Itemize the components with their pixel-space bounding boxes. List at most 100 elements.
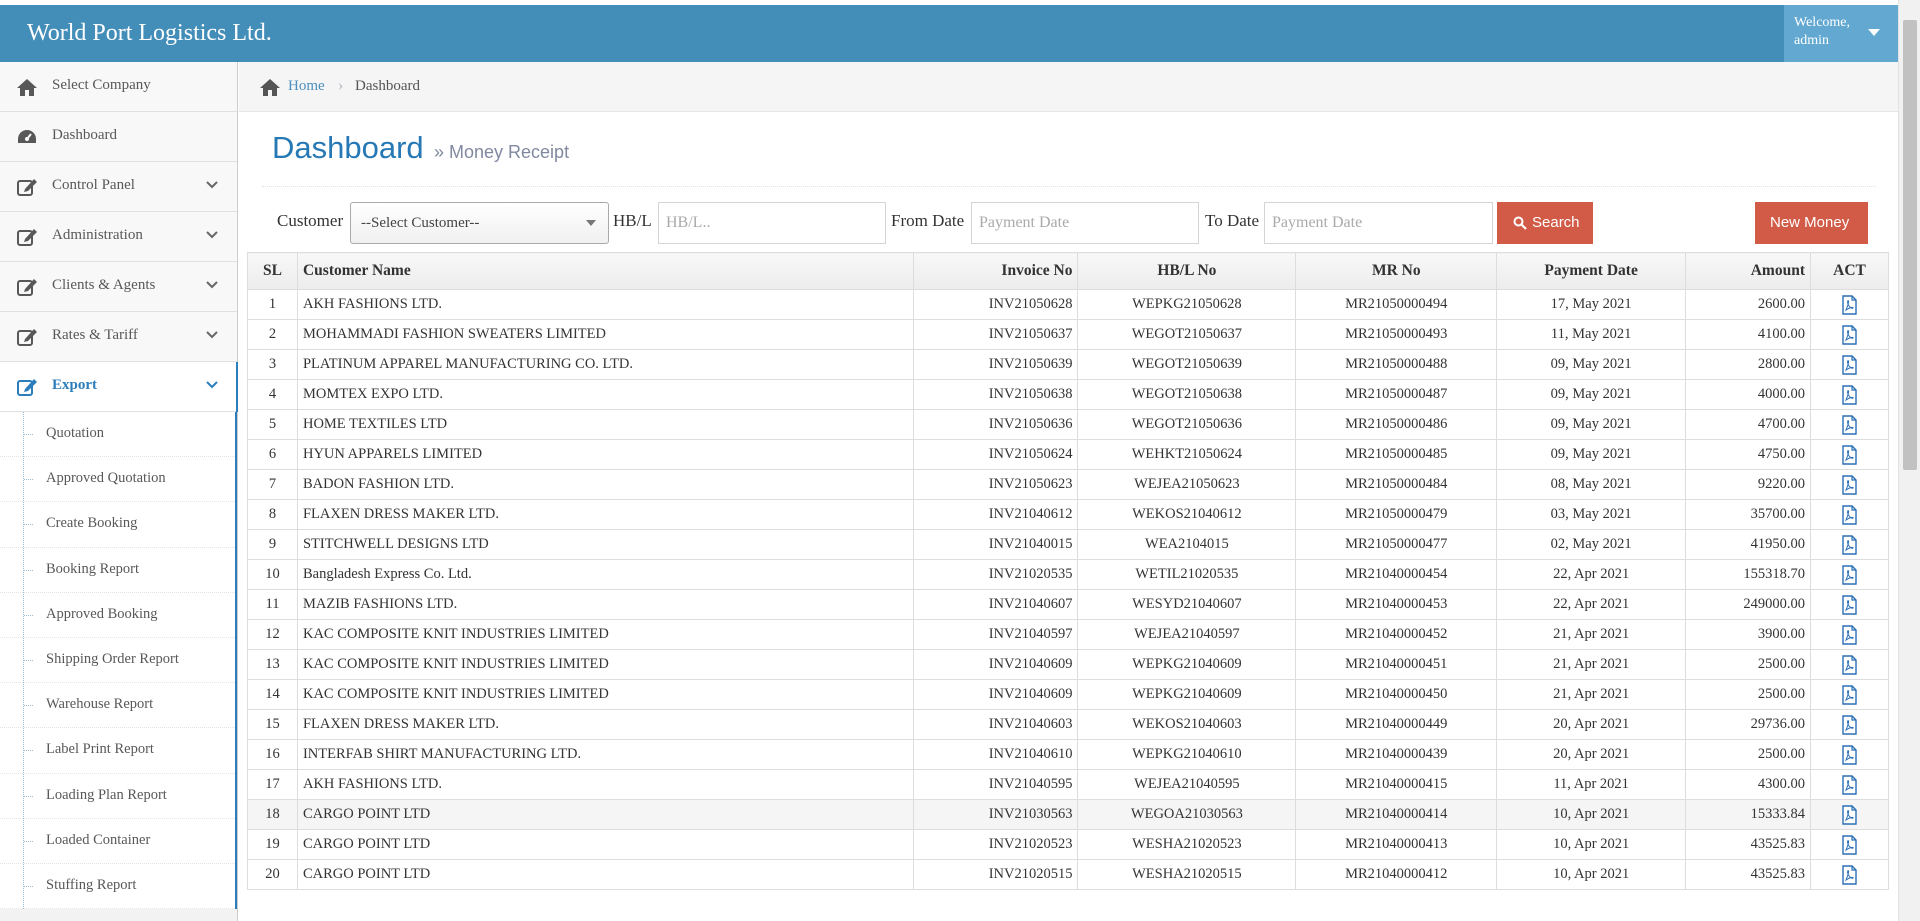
submenu-item-loaded-container[interactable]: Loaded Container — [0, 819, 235, 864]
submenu-item-shipping-order-report[interactable]: Shipping Order Report — [0, 638, 235, 684]
submenu-item-loading-plan-report[interactable]: Loading Plan Report — [0, 774, 235, 819]
table-row[interactable]: 14 KAC COMPOSITE KNIT INDUSTRIES LIMITED I… — [247, 679, 1890, 710]
table-row[interactable]: 2 MOHAMMADI FASHION SWEATERS LIMITED INV21… — [247, 319, 1890, 350]
pdf-file-icon[interactable] — [1840, 654, 1858, 675]
breadcrumb: Home › Dashboard — [239, 62, 1898, 112]
pdf-file-icon[interactable] — [1840, 624, 1858, 645]
pdf-file-icon[interactable] — [1840, 774, 1858, 795]
pdf-file-icon[interactable] — [1840, 414, 1858, 435]
table-row[interactable]: 15 FLAXEN DRESS MAKER LTD. INV21040603 WEKO… — [247, 709, 1890, 740]
table-row[interactable]: 8 FLAXEN DRESS MAKER LTD. INV21040612 WEKOS… — [247, 499, 1890, 530]
header-invoice-no[interactable]: Invoice No — [912, 252, 1079, 290]
chevron-down-icon — [205, 228, 219, 242]
sidebar-item-administration[interactable]: Administration — [0, 212, 237, 262]
from-date-input[interactable] — [971, 202, 1199, 244]
sidebar-item-rates-tariff[interactable]: Rates & Tariff — [0, 312, 237, 362]
header-payment-date[interactable]: Payment Date — [1496, 252, 1687, 290]
pdf-file-icon[interactable] — [1840, 804, 1858, 825]
table-row[interactable]: 11 MAZIB FASHIONS LTD. INV21040607 WESYD210… — [247, 589, 1890, 620]
sidebar-item-dashboard[interactable]: Dashboard — [0, 112, 237, 162]
pdf-file-icon[interactable] — [1840, 564, 1858, 585]
cell-mr-no: MR21050000484 — [1295, 469, 1498, 500]
table-row[interactable]: 17 AKH FASHIONS LTD. INV21040595 WEJEA21040… — [247, 769, 1890, 800]
new-money-button[interactable]: New Money — [1755, 202, 1868, 244]
cell-hbl-no: WEKOS21040603 — [1077, 709, 1297, 740]
pdf-file-icon[interactable] — [1840, 534, 1858, 555]
table-row[interactable]: 13 KAC COMPOSITE KNIT INDUSTRIES LIMITED I… — [247, 649, 1890, 680]
user-menu[interactable]: Welcome, admin — [1784, 5, 1898, 62]
to-date-label: To Date — [1205, 211, 1260, 230]
pdf-file-icon[interactable] — [1840, 714, 1858, 735]
pdf-file-icon[interactable] — [1840, 384, 1858, 405]
header-amount[interactable]: Amount — [1685, 252, 1811, 290]
table-row[interactable]: 19 CARGO POINT LTD INV21020523 WESHA2102052… — [247, 829, 1890, 860]
table-row[interactable]: 4 MOMTEX EXPO LTD. INV21050638 WEGOT2105063… — [247, 379, 1890, 410]
table-row[interactable]: 7 BADON FASHION LTD. INV21050623 WEJEA21050… — [247, 469, 1890, 500]
submenu-item-approved-booking[interactable]: Approved Booking — [0, 593, 235, 638]
page-scrollbar[interactable] — [1898, 0, 1920, 921]
submenu-item-stuffing-report[interactable]: Stuffing Report — [0, 864, 235, 910]
cell-act — [1809, 559, 1890, 590]
cell-sl: 2 — [247, 319, 298, 350]
table-row[interactable]: 1 AKH FASHIONS LTD. INV21050628 WEPKG210506… — [247, 289, 1890, 320]
submenu-item-quotation[interactable]: Quotation — [0, 412, 235, 458]
cell-payment-date: 20, Apr 2021 — [1496, 709, 1687, 740]
pdf-file-icon[interactable] — [1840, 504, 1858, 525]
pdf-file-icon[interactable] — [1840, 324, 1858, 345]
sidebar-item-control-panel[interactable]: Control Panel — [0, 162, 237, 212]
hbl-input[interactable] — [658, 202, 886, 244]
pdf-file-icon[interactable] — [1840, 864, 1858, 885]
submenu-item-create-booking[interactable]: Create Booking — [0, 502, 235, 548]
table-row[interactable]: 20 CARGO POINT LTD INV21020515 WESHA2102051… — [247, 859, 1890, 890]
cell-payment-date: 17, May 2021 — [1496, 289, 1687, 320]
table-row[interactable]: 16 INTERFAB SHIRT MANUFACTURING LTD. INV21… — [247, 739, 1890, 770]
table-row[interactable]: 18 CARGO POINT LTD INV21030563 WEGOA2103056… — [247, 799, 1890, 830]
cell-amount: 4100.00 — [1685, 319, 1811, 350]
submenu-item-warehouse-report[interactable]: Warehouse Report — [0, 683, 235, 729]
sidebar-item-label: Select Company — [52, 77, 151, 93]
cell-mr-no: MR21040000414 — [1295, 799, 1498, 830]
cell-payment-date: 10, Apr 2021 — [1496, 829, 1687, 860]
table-row[interactable]: 3 PLATINUM APPAREL MANUFACTURING CO. LTD.… — [247, 349, 1890, 380]
table-row[interactable]: 5 HOME TEXTILES LTD INV21050636 WEGOT210506… — [247, 409, 1890, 440]
submenu-item-booking-report[interactable]: Booking Report — [0, 548, 235, 593]
sidebar-item-select-company[interactable]: Select Company — [0, 62, 237, 112]
sidebar-item-export[interactable]: Export — [0, 362, 238, 412]
header-hbl-no[interactable]: HB/L No — [1077, 252, 1297, 290]
header-sl[interactable]: SL — [247, 252, 298, 290]
cell-invoice-no: INV21020535 — [912, 559, 1079, 590]
cell-customer-name: CARGO POINT LTD — [296, 799, 914, 830]
pdf-file-icon[interactable] — [1840, 294, 1858, 315]
breadcrumb-home-link[interactable]: Home — [288, 78, 325, 95]
pdf-file-icon[interactable] — [1840, 444, 1858, 465]
table-row[interactable]: 10 Bangladesh Express Co. Ltd. INV21020535… — [247, 559, 1890, 590]
table-row[interactable]: 9 STITCHWELL DESIGNS LTD INV21040015 WEA210… — [247, 529, 1890, 560]
search-button[interactable]: Search — [1497, 202, 1593, 244]
to-date-input[interactable] — [1264, 202, 1493, 244]
header-mr-no[interactable]: MR No — [1295, 252, 1498, 290]
brand-title[interactable]: World Port Logistics Ltd. — [27, 20, 272, 47]
cell-amount: 4300.00 — [1685, 769, 1811, 800]
scrollbar-thumb[interactable] — [1903, 20, 1917, 470]
pdf-file-icon[interactable] — [1840, 744, 1858, 765]
sidebar-item-clients-agents[interactable]: Clients & Agents — [0, 262, 237, 312]
chevron-down-icon — [586, 220, 596, 226]
cell-customer-name: KAC COMPOSITE KNIT INDUSTRIES LIMITED — [296, 649, 914, 680]
header-customer-name[interactable]: Customer Name — [296, 252, 914, 290]
cell-act — [1809, 499, 1890, 530]
sidebar-item-label: Dashboard — [52, 127, 117, 143]
submenu-item-label: Loaded Container — [46, 831, 151, 848]
table-row[interactable]: 12 KAC COMPOSITE KNIT INDUSTRIES LIMITED I… — [247, 619, 1890, 650]
page-subtitle: » Money Receipt — [434, 142, 570, 162]
customer-select[interactable]: --Select Customer-- — [350, 202, 609, 244]
pdf-file-icon[interactable] — [1840, 474, 1858, 495]
pdf-file-icon[interactable] — [1840, 354, 1858, 375]
cell-act — [1809, 649, 1890, 680]
submenu-item-approved-quotation[interactable]: Approved Quotation — [0, 457, 235, 503]
submenu-item-label-print-report[interactable]: Label Print Report — [0, 728, 235, 774]
table-row[interactable]: 6 HYUN APPARELS LIMITED INV21050624 WEHKT21… — [247, 439, 1890, 470]
pdf-file-icon[interactable] — [1840, 594, 1858, 615]
cell-hbl-no: WEJEA21040597 — [1077, 619, 1297, 650]
pdf-file-icon[interactable] — [1840, 834, 1858, 855]
pdf-file-icon[interactable] — [1840, 684, 1858, 705]
